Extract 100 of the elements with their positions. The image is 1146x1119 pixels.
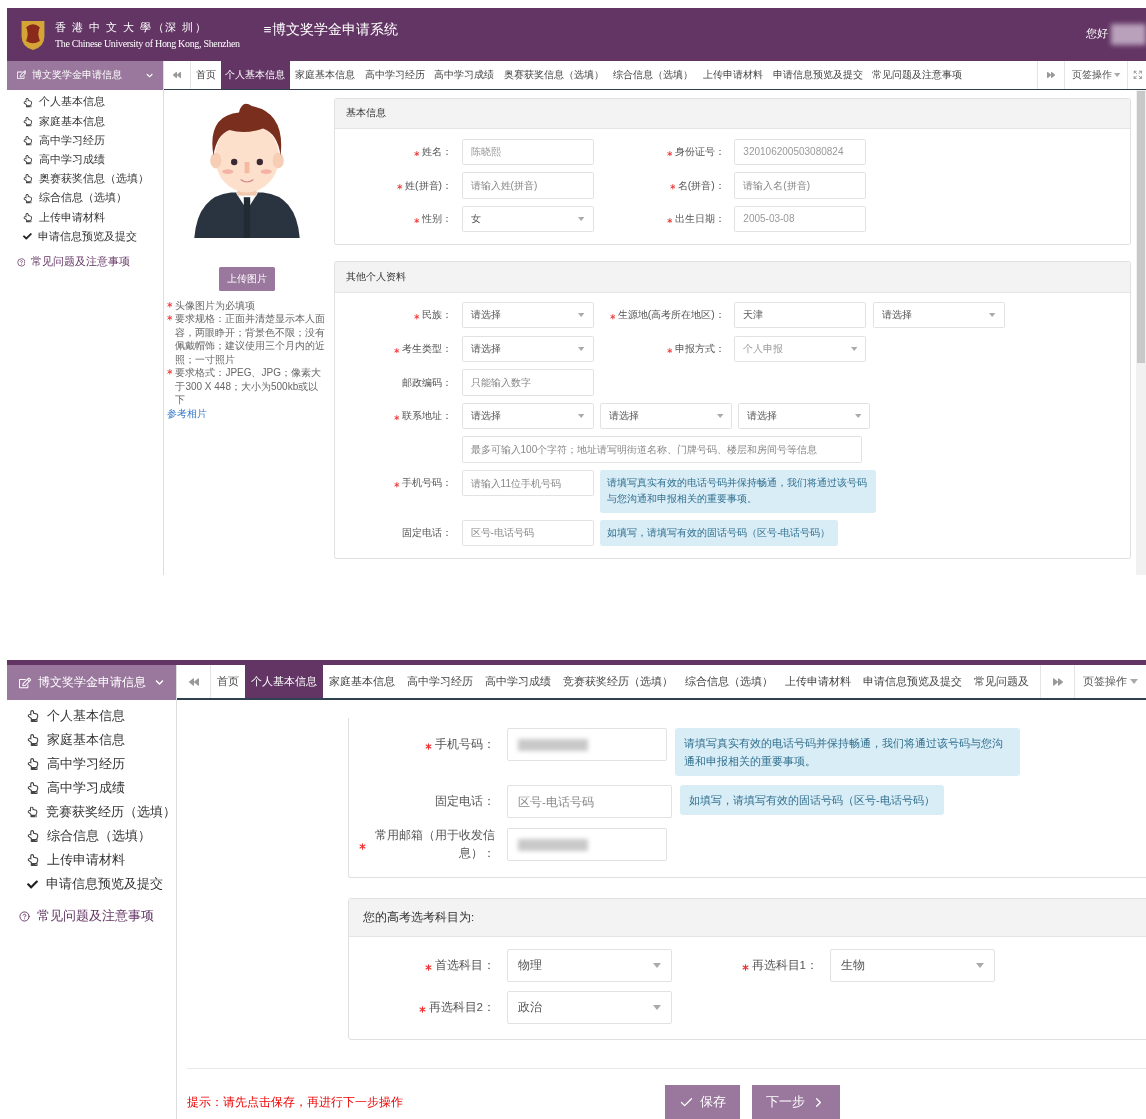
select-field[interactable]: 请选择 [461,402,594,430]
caret-icon [578,313,585,318]
field-label: 再选科目2： [428,999,495,1015]
input-field[interactable] [507,828,667,862]
select-field[interactable]: 物理 [507,948,672,982]
save-button[interactable]: 保存 [665,1085,740,1119]
sidebar-item[interactable]: 家庭基本信息 [7,728,176,752]
required-icon [167,315,173,322]
hand-pointer-icon [27,758,39,770]
sidebar-item[interactable]: 高中学习经历 [7,752,176,776]
hand-pointer-icon [23,174,33,184]
note-text: 要求规格：正面并清楚显示本人面容，两眼睁开；背景色不限；没有佩戴帽饰；建议使用三个月内的近照；一寸照片 [175,312,327,367]
field-label: 常用邮箱（用于收发信息）： [374,828,495,861]
field-label: 姓名： [422,144,452,159]
hand-pointer-icon [27,830,39,842]
hand-pointer-icon [23,193,33,204]
note-text: 要求格式：JPEG、JPG；像素大于300 X 448；大小为500kb或以下 [175,366,322,407]
sidebar-header[interactable]: 博文奖学金申请信息 [7,665,176,700]
field-label: 邮政编码： [402,375,452,390]
select-field[interactable]: 请选择 [599,402,732,430]
logo-subtitle: The Chinese University of Hong Kong, Shenzhen [55,37,240,49]
select-field[interactable]: 政治 [507,990,672,1024]
select-field[interactable]: 请选择 [461,335,594,363]
required-icon [666,217,673,224]
required-icon [669,184,676,190]
input-field[interactable]: 只能输入数字 [461,369,594,396]
required-icon [359,843,366,851]
section-title: 其他个人资料 [335,262,1130,293]
next-button[interactable]: 下一步 [752,1085,840,1119]
required-icon [394,414,400,421]
hand-pointer-icon [27,782,39,794]
sidebar-item[interactable]: 奥赛获奖信息（选填） [7,169,163,189]
sidebar-item[interactable]: 综合信息（选填） [7,824,176,848]
select-field[interactable]: 请选择 [872,302,1005,329]
hand-pointer-icon [27,854,39,866]
help-link[interactable]: 常见问题及注意事项 [7,252,163,272]
select-field[interactable]: 生物 [830,948,995,982]
chevron-down-icon [155,678,164,687]
sidebar-item[interactable]: 高中学习成绩 [7,150,163,170]
field-label: 固定电话： [435,794,495,810]
required-icon [167,301,173,308]
required-icon [666,347,673,354]
hand-pointer-icon [23,135,33,146]
sidebar-item[interactable]: 个人基本信息 [7,92,163,112]
field-label: 生源地(高考所在地区)： [617,308,725,323]
tab[interactable]: 个人基本信息 [245,665,323,698]
sidebar-item[interactable]: 上传申请材料 [7,207,163,228]
app-title: ≡博文奖学金申请系统 [263,21,398,40]
caret-icon [578,346,585,351]
field-label: 手机号码： [402,476,452,491]
sample-photo-link[interactable]: 参考相片 [167,406,328,421]
input-field[interactable]: 区号-电话号码 [461,519,594,547]
hand-pointer-icon [23,155,33,165]
tab[interactable]: 个人基本信息 [220,60,291,89]
sidebar-item[interactable]: 申请信息预览及提交 [7,872,176,896]
sidebar-item[interactable]: 申请信息预览及提交 [7,227,163,247]
sidebar-item[interactable]: 高中学习经历 [7,131,163,151]
input-field[interactable]: 最多可输入100个字符；地址请写明街道名称、门牌号码、楼层和房间号等信息 [461,436,862,463]
input-field[interactable]: 天津 [734,302,867,329]
double-right-icon [1052,676,1063,687]
help-icon [16,257,26,267]
help-link[interactable]: 常见问题及注意事项 [7,904,176,928]
sidebar-item[interactable]: 个人基本信息 [7,704,176,728]
caret-icon [653,1004,661,1010]
field-label: 手机号码： [435,736,495,752]
input-field[interactable]: 请输入11位手机号码 [461,470,594,497]
input-field[interactable]: 请输入姓(拼音) [461,172,594,199]
sidebar-item[interactable]: 竞赛获奖经历（选填） [7,800,176,824]
double-left-icon [188,676,199,687]
scrollbar[interactable] [1135,89,1146,576]
caret-icon [976,962,984,968]
sidebar-item[interactable]: 上传申请材料 [7,848,176,872]
hand-pointer-icon [27,734,39,746]
blurred-value [518,838,588,851]
sidebar-item[interactable]: 高中学习成绩 [7,776,176,800]
required-icon [167,369,173,376]
field-label: 首选科目： [435,957,495,973]
required-icon [609,314,616,320]
select-field[interactable]: 女 [461,205,594,233]
help-icon [19,910,30,922]
hand-pointer-icon [23,97,33,108]
caret-icon [578,216,585,221]
sidebar-item[interactable]: 家庭基本信息 [7,111,163,132]
blurred-value [518,738,588,751]
edit-icon [19,676,31,689]
sidebar-title: 博文奖学金申请信息 [38,674,147,691]
select-field[interactable]: 请选择 [461,302,594,329]
upload-photo-button[interactable]: 上传图片 [219,267,276,291]
field-label: 性别： [422,212,452,227]
input-field[interactable]: 请输入名(拼音) [734,172,867,199]
input-field[interactable] [507,728,667,761]
fullscreen-icon [1132,69,1143,80]
required-icon [418,1005,426,1013]
hand-pointer-icon [26,806,39,818]
input-field[interactable]: 区号-电话号码 [507,785,672,819]
sidebar-header[interactable]: 博文奖学金申请信息 [7,60,163,90]
select-field[interactable]: 请选择 [738,402,871,430]
field-label: 固定电话： [402,526,452,541]
sidebar-item[interactable]: 综合信息（选填） [7,188,163,208]
edit-icon [16,70,27,80]
